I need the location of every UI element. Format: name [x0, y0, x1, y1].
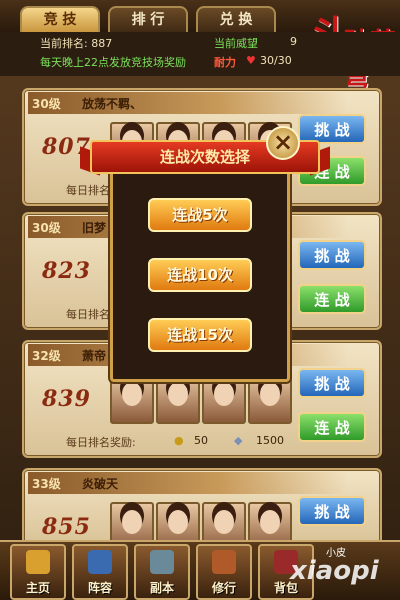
- gem-reward: 1500: [256, 434, 284, 447]
- arena-info-bar: 当前排名: 887 每天晚上22点发放竞技场奖励 当前威望 9 耐力 ♥ 30/…: [0, 32, 400, 76]
- chain-5-button[interactable]: 连战5次: [148, 198, 252, 232]
- home-icon: [26, 550, 50, 574]
- opponent-rank: 855: [42, 514, 91, 540]
- tab-exchange[interactable]: 兑 换: [196, 6, 276, 32]
- watermark: xiaopi: [290, 556, 379, 586]
- dungeon-icon: [150, 550, 174, 574]
- challenge-button[interactable]: 挑 战: [298, 496, 366, 526]
- nav-dungeon[interactable]: 副本: [134, 544, 190, 600]
- level-bar: [28, 92, 348, 114]
- opponent-level: 33级: [32, 477, 61, 491]
- challenge-button[interactable]: 挑 战: [298, 240, 366, 270]
- gem-icon: ◆: [234, 434, 243, 447]
- opponent-name: 萧帝: [82, 349, 107, 363]
- prestige-label: 当前威望: [214, 37, 258, 50]
- game-screen: 竞 技 排 行 兑 换 斗 破苍穹 当前排名: 887 每天晚上22点发放竞技场…: [0, 0, 400, 600]
- coin-reward: 50: [194, 434, 208, 447]
- opponent-name: 旧梦: [82, 221, 107, 235]
- coin-icon: ●: [174, 434, 184, 447]
- chain-battle-button[interactable]: 连 战: [298, 412, 366, 442]
- opponent-level: 32级: [32, 349, 61, 363]
- nav-home[interactable]: 主页: [10, 544, 66, 600]
- current-rank: 当前排名: 887: [40, 37, 113, 50]
- close-icon[interactable]: ×: [266, 126, 300, 160]
- heart-icon: ♥: [246, 54, 256, 67]
- nav-home-label: 主页: [25, 581, 50, 595]
- nav-formation-label: 阵容: [87, 581, 112, 595]
- stamina-value: 30/30: [260, 54, 292, 67]
- tab-arena[interactable]: 竞 技: [20, 6, 100, 32]
- opponent-level: 30级: [32, 221, 61, 235]
- daily-reward-label: 每日排名奖励:: [66, 436, 136, 449]
- formation-icon: [88, 550, 112, 574]
- chain-battle-button[interactable]: 连 战: [298, 284, 366, 314]
- reward-notice: 每天晚上22点发放竞技场奖励: [40, 56, 186, 69]
- opponent-name: 放荡不羁、: [82, 97, 143, 111]
- stamina-label: 耐力: [214, 56, 236, 69]
- challenge-button[interactable]: 挑 战: [298, 368, 366, 398]
- nav-training[interactable]: 修行: [196, 544, 252, 600]
- level-bar: [28, 472, 348, 494]
- opponent-card: 33级 炎破天 855 挑 战: [22, 468, 382, 552]
- opponent-rank: 823: [42, 258, 91, 284]
- chain-10-button[interactable]: 连战10次: [148, 258, 252, 292]
- prestige-value: 9: [290, 35, 297, 48]
- opponent-level: 30级: [32, 97, 61, 111]
- chain-15-button[interactable]: 连战15次: [148, 318, 252, 352]
- training-icon: [212, 550, 236, 574]
- opponent-rank: 839: [42, 386, 91, 412]
- opponent-name: 炎破天: [82, 477, 119, 491]
- tab-ranking[interactable]: 排 行: [108, 6, 188, 32]
- nav-formation[interactable]: 阵容: [72, 544, 128, 600]
- nav-dungeon-label: 副本: [149, 581, 174, 595]
- nav-training-label: 修行: [211, 581, 236, 595]
